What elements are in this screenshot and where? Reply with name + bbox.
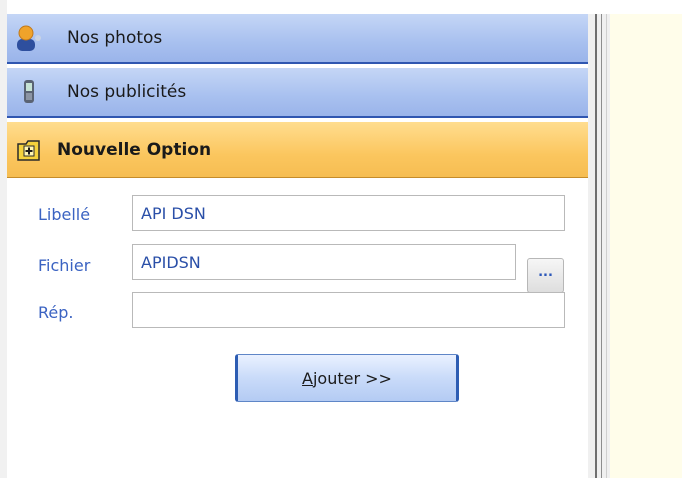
add-button-label: jouter >> [312,368,392,388]
splitter-line [601,14,602,478]
rep-field[interactable] [132,292,565,328]
add-button-accesskey: A [302,368,313,388]
nav-item-ads[interactable]: Nos publicités [7,68,588,118]
nav-label-new-option: Nouvelle Option [57,139,212,160]
left-edge-strip [0,0,7,478]
user-photo-icon [15,24,43,52]
mobile-phone-icon [15,78,43,106]
options-panel: Nos photos Nos publicités Nouvelle Optio… [7,14,588,478]
content-pane [610,14,682,478]
new-folder-icon [15,136,43,164]
rep-label: Rép. [38,303,74,322]
splitter-line [606,14,607,478]
nav-label-ads: Nos publicités [67,82,187,102]
nav-item-photos[interactable]: Nos photos [7,14,588,64]
fichier-label: Fichier [38,256,91,275]
libelle-field[interactable] [132,195,565,231]
nav-label-photos: Nos photos [67,28,163,48]
nav-item-new-option[interactable]: Nouvelle Option [7,122,588,178]
fichier-field[interactable] [132,244,516,280]
libelle-label: Libellé [38,205,91,224]
add-button[interactable]: Ajouter >> [235,354,459,402]
browse-file-button[interactable]: ... [527,258,564,293]
panel-splitter[interactable] [588,14,610,478]
splitter-line [595,14,597,478]
